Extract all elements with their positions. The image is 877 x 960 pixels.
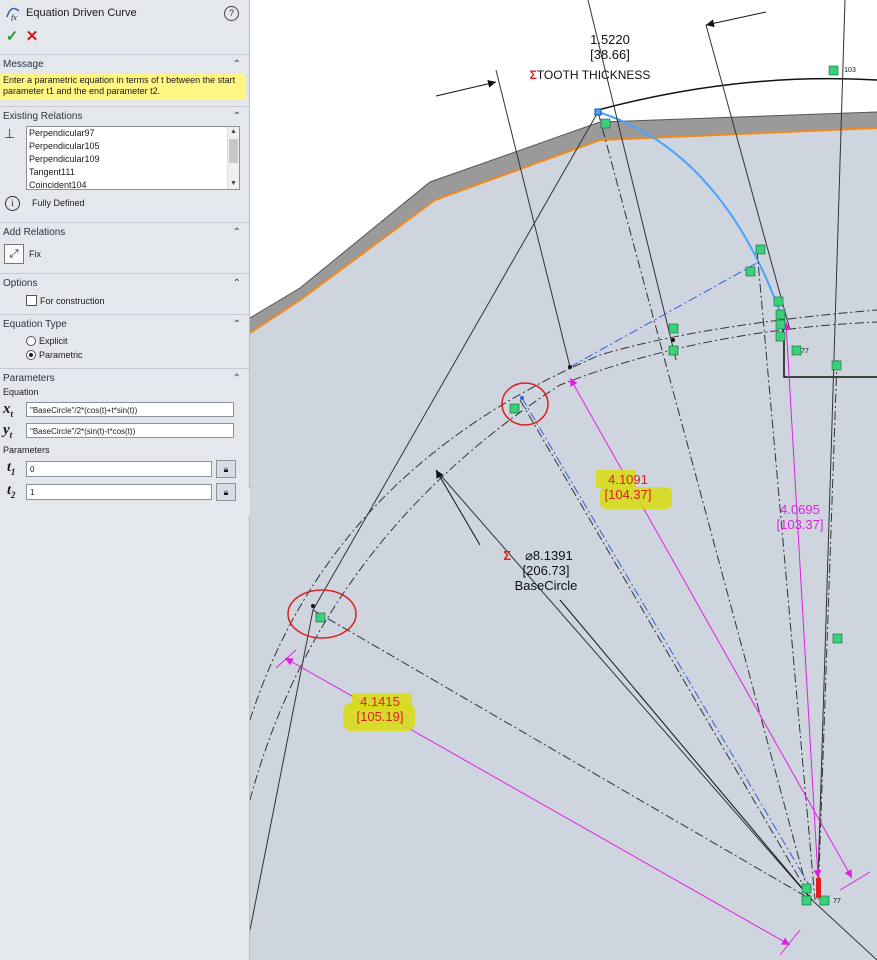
fix-label: Fix [29,249,41,259]
basecircle-dim[interactable]: Σ ⌀8.1391 [206.73] BaseCircle [478,548,598,593]
scroll-thumb[interactable] [229,139,238,163]
dim-104-value: 4.1091 [608,472,648,487]
tooth-thickness-label: ΣTOOTH THICKNESS [529,68,651,82]
center-point-marker [816,878,821,898]
perpendicular-relation-icon: ⊥ [4,126,16,141]
parametric-label: Parametric [39,350,83,360]
equation-curve-icon: fx [6,7,20,21]
dim-103[interactable]: 4.0695 [103.37] [760,502,840,532]
svg-text:fx: fx [11,13,17,21]
tooth-thickness-value: 1.5220 [590,32,630,47]
parameters-label: Parameters [3,445,50,455]
sigma-icon: Σ [503,548,512,563]
message-text: Enter a parametric equation in terms of … [0,74,245,100]
status-text: Fully Defined [32,198,85,208]
existing-relations-section: Existing Relations ⌃ ⊥ Perpendicular97 Pe… [0,106,249,216]
collapse-icon[interactable]: ⌃ [233,227,241,238]
t2-symbol: t2 [7,483,16,500]
scroll-down-icon[interactable]: ▼ [228,179,239,189]
tag-77a: 77 [801,348,809,355]
equation-type-header[interactable]: Equation Type ⌃ [0,315,249,334]
existing-relations-header[interactable]: Existing Relations ⌃ [0,107,249,126]
list-scrollbar[interactable]: ▲ ▼ [227,127,239,189]
parametric-radio[interactable] [26,350,36,360]
tooth-thickness-value-mm: [38.66] [590,47,630,62]
dim-103-value-mm: [103.37] [776,517,824,532]
construction-label: For construction [40,295,105,306]
sketch-canvas[interactable] [250,0,877,960]
add-relations-header[interactable]: Add Relations ⌃ [0,223,249,242]
curve-startpoint [520,396,524,400]
t1-symbol: t1 [7,460,16,477]
info-icon: i [5,195,20,211]
explicit-label: Explicit [39,336,68,346]
curve-endpoint [594,108,602,116]
panel-title: Equation Driven Curve [26,7,137,19]
collapse-icon[interactable]: ⌃ [233,59,241,70]
construction-checkbox[interactable] [26,295,37,306]
dim-103-value: 4.0695 [780,502,820,517]
add-relations-section: Add Relations ⌃ ⤢ Fix [0,222,249,270]
parameters-section: Parameters ⌃ Equation xt "BaseCircle"/2*(… [0,368,249,503]
tag-77b: 77 [833,898,841,905]
relation-item[interactable]: Tangent111 [27,166,239,179]
explicit-radio[interactable] [26,336,36,346]
options-header[interactable]: Options ⌃ [0,274,249,293]
panel-titlebar: fx Equation Driven Curve ? [0,0,249,26]
message-section: Message ⌃ Enter a parametric equation in … [0,54,249,100]
dim-104-value-mm: [104.37] [604,487,652,502]
equation-label: Equation [3,387,39,397]
t1-input[interactable]: 0 [26,460,212,477]
collapse-icon[interactable]: ⌃ [233,373,241,384]
equation-type-section: Equation Type ⌃ Explicit Parametric [0,314,249,362]
help-icon[interactable]: ? [224,6,239,21]
t2-input[interactable]: 1 [26,483,212,500]
sigma-icon: Σ [529,68,537,82]
dim-105-value-mm: [105.19] [356,709,404,724]
lock-icon[interactable]: 🔒︎ [216,459,236,478]
message-header[interactable]: Message ⌃ [0,55,249,74]
yt-symbol: yt [3,421,13,440]
options-section: Options ⌃ For construction [0,273,249,312]
dim-104[interactable]: 4.1091 [104.37] [588,472,668,502]
relation-item[interactable]: Perpendicular105 [27,140,239,153]
basecircle-value: ⌀8.1391 [525,548,573,563]
yt-equation-input[interactable]: "BaseCircle"/2*(sin(t)-t*cos(t)) [26,423,234,438]
relation-item[interactable]: Coincident104 [27,179,239,189]
ok-button[interactable]: ✓ [2,27,22,45]
collapse-icon[interactable]: ⌃ [233,278,241,289]
basecircle-name: BaseCircle [514,578,578,593]
cancel-button[interactable]: ✕ [22,27,42,45]
dim-105[interactable]: 4.1415 [105.19] [340,694,420,724]
xt-equation-input[interactable]: "BaseCircle"/2*(cos(t)+t*sin(t)) [26,402,234,417]
lock-icon[interactable]: 🔒︎ [216,482,236,501]
scroll-up-icon[interactable]: ▲ [228,127,239,137]
ok-cancel-bar: ✓ ✕ [0,26,249,46]
tooth-thickness-dim[interactable]: 1.5220 [38.66] [550,32,670,62]
basecircle-value-mm: [206.73] [522,563,570,578]
collapse-icon[interactable]: ⌃ [233,319,241,330]
existing-relations-list[interactable]: Perpendicular97 Perpendicular105 Perpend… [26,126,240,190]
relation-item[interactable]: Perpendicular97 [27,127,239,140]
fix-relation-button[interactable]: ⤢ [4,244,24,264]
xt-symbol: xt [3,400,14,419]
graphics-area[interactable]: 1.5220 [38.66] ΣTOOTH THICKNESS 4.1091 [… [250,0,877,960]
dim-105-value: 4.1415 [360,694,400,709]
tag-103: 103 [844,67,856,74]
property-manager: fx Equation Driven Curve ? ✓ ✕ Message ⌃ … [0,0,255,960]
relation-item[interactable]: Perpendicular109 [27,153,239,166]
collapse-icon[interactable]: ⌃ [233,111,241,122]
